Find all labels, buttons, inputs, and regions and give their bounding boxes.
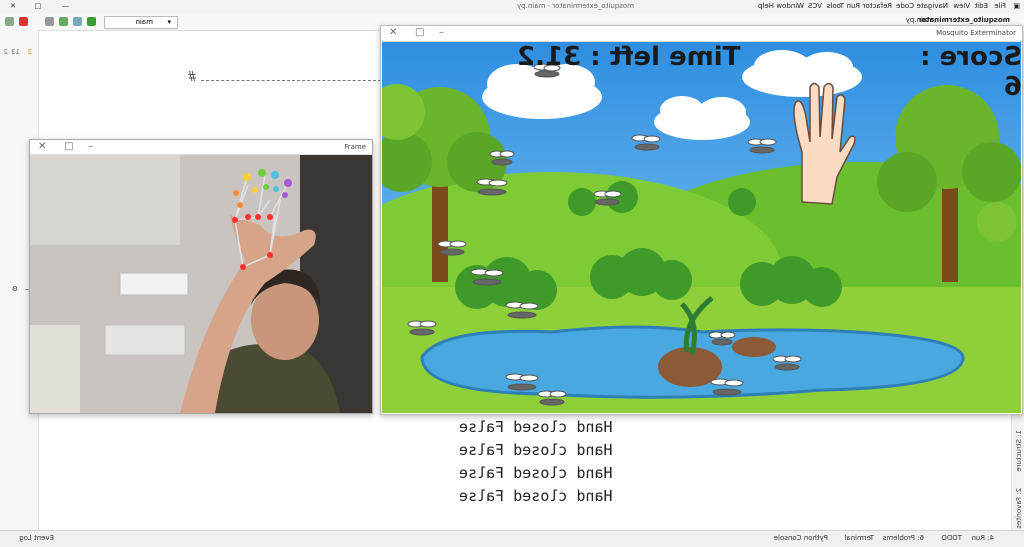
event-log-tab[interactable]: Event Log	[19, 534, 54, 542]
chevron-down-icon: ▾	[167, 18, 171, 26]
profile-icon[interactable]	[45, 17, 54, 26]
maximize-icon[interactable]: □	[64, 141, 73, 152]
menu-view[interactable]: View	[953, 2, 970, 10]
file-breadcrumb[interactable]: main.py	[906, 16, 934, 24]
side-tab-favorites[interactable]: 2: Favorites	[1015, 488, 1023, 529]
cloud	[742, 50, 862, 97]
score-label: Score : 6	[920, 42, 1022, 102]
game-window-title: Mosquito Exterminator	[936, 29, 1016, 37]
maximize-icon[interactable]: □	[34, 2, 41, 10]
menu-tools[interactable]: Tools	[827, 2, 844, 10]
run-tab[interactable]: 4: Run	[972, 534, 994, 542]
menu-window[interactable]: Window	[776, 2, 804, 10]
console-line: Hand closed False	[459, 487, 613, 505]
menu-navigate[interactable]: Navigate	[917, 2, 948, 10]
window-title: mosquito_exterminator - main.py	[517, 2, 634, 10]
todo-tab[interactable]: TODO	[941, 534, 962, 542]
close-icon[interactable]: ✕	[10, 2, 16, 10]
maximize-icon[interactable]: □	[415, 27, 424, 38]
code-comment-hash: #	[188, 70, 196, 85]
camera-titlebar: ✕ □ – Frame	[30, 140, 372, 155]
ceiling	[30, 155, 180, 245]
minimize-icon[interactable]: –	[439, 27, 444, 38]
search-icon[interactable]	[5, 17, 14, 26]
problems-tab[interactable]: 6: Problems	[883, 534, 924, 542]
menu-edit[interactable]: Edit	[974, 2, 988, 10]
game-titlebar: ✕ □ – Mosquito Exterminator	[381, 26, 1022, 42]
gear-icon[interactable]: ⚙	[12, 285, 18, 293]
run-config-label: main	[135, 18, 154, 26]
rock	[732, 337, 776, 357]
menu-vcs[interactable]: VCS	[808, 2, 822, 10]
camera-window-title: Frame	[344, 143, 366, 151]
close-icon[interactable]: ✕	[38, 141, 46, 152]
webcam-feed	[30, 155, 372, 413]
console-line: Hand closed False	[459, 464, 613, 482]
run-icon[interactable]	[87, 17, 96, 26]
ide-titlebar: ▣ File Edit View Navigate Code Refactor …	[0, 0, 1024, 15]
coverage-icon[interactable]	[59, 17, 68, 26]
menu-help[interactable]: Help	[758, 2, 774, 10]
menu-file[interactable]: File	[994, 2, 1006, 10]
console-line: Hand closed False	[459, 418, 613, 436]
air-conditioner	[119, 272, 189, 296]
run-console: Hand closed False Hand closed False Hand…	[459, 412, 979, 530]
camera-window[interactable]: ✕ □ – Frame	[29, 139, 373, 414]
app-logo-icon: ▣	[1013, 2, 1020, 10]
shelf	[30, 325, 80, 413]
game-window[interactable]: ✕ □ – Mosquito Exterminator Time left: …	[380, 25, 1023, 415]
terminal-tab[interactable]: Terminal	[844, 534, 874, 542]
debug-icon[interactable]	[73, 17, 82, 26]
weak-warning-count[interactable]: 13	[11, 48, 20, 56]
warning-count[interactable]: 2	[28, 48, 32, 56]
close-icon[interactable]: ✕	[389, 27, 397, 38]
run-config-select[interactable]: main ▾	[104, 16, 178, 29]
minimize-icon[interactable]: —	[62, 2, 69, 10]
stop-icon[interactable]	[19, 17, 28, 26]
minimize-icon[interactable]: –	[88, 141, 93, 152]
console-line: Hand closed False	[459, 441, 613, 459]
menu-code[interactable]: Code	[896, 2, 914, 10]
menu-run[interactable]: Run	[847, 2, 860, 10]
wall-picture	[104, 324, 186, 356]
typo-count[interactable]: 2	[4, 48, 8, 56]
side-tab-structure[interactable]: 1: Structure	[1015, 430, 1023, 472]
menu-refactor[interactable]: Refactor	[863, 2, 892, 10]
ide-statusbar: 4: Run TODO 6: Problems Terminal Python …	[0, 530, 1024, 547]
code-separator-line	[201, 80, 381, 81]
python-console-tab[interactable]: Python Console	[774, 534, 828, 542]
time-left-label: Time left : 31.2	[517, 42, 741, 72]
